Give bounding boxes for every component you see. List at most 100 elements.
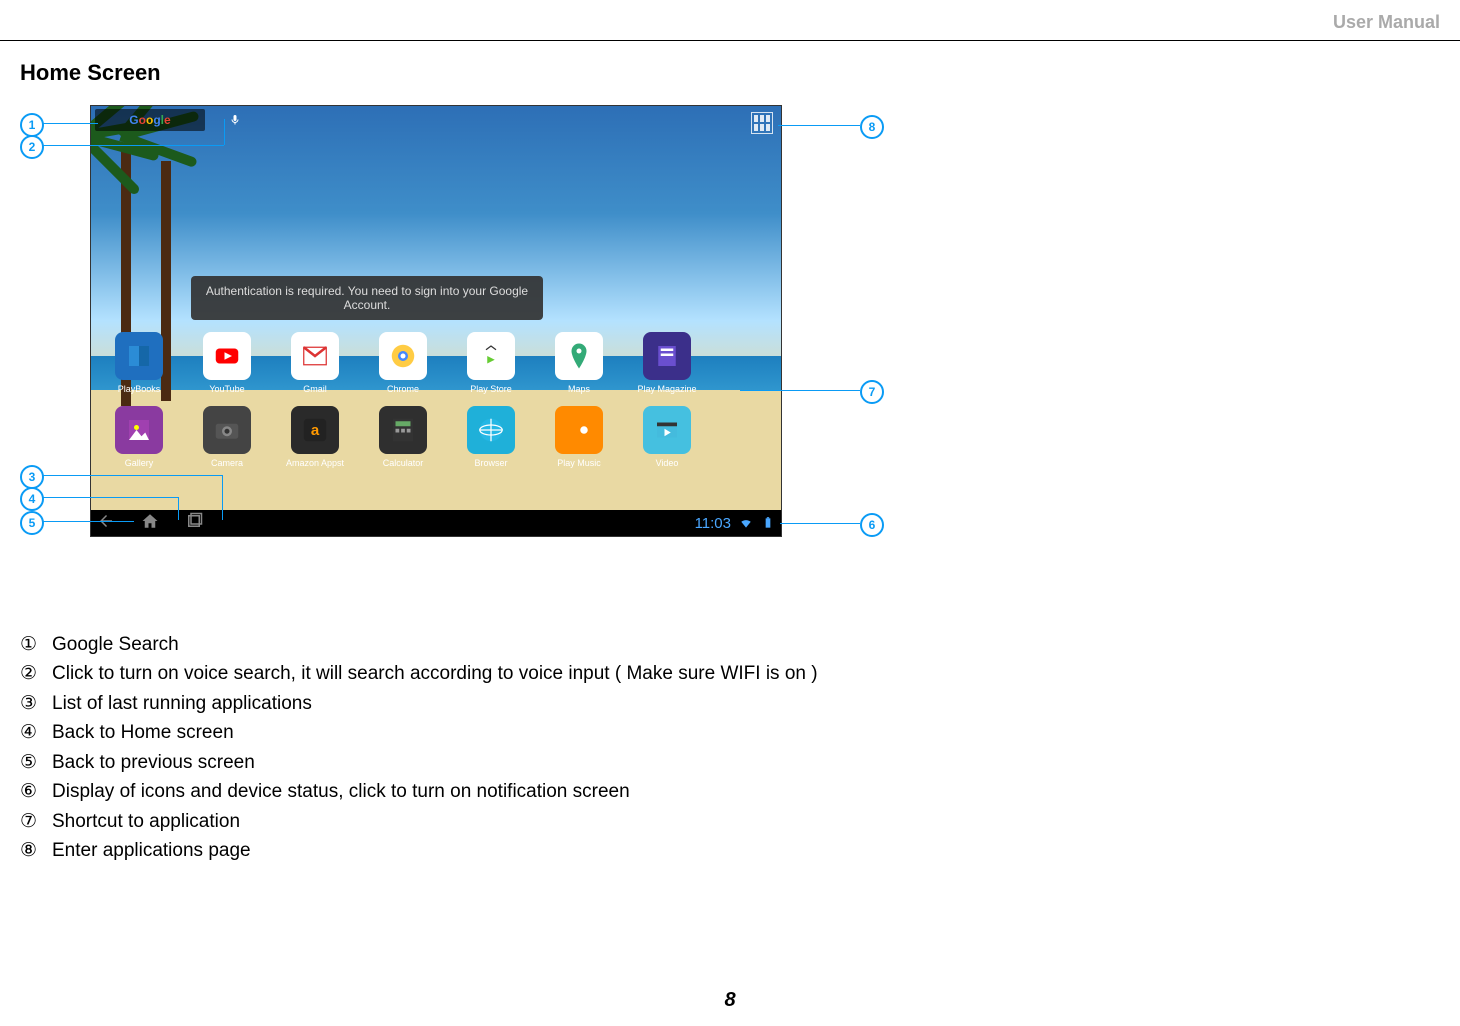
legend-number: ⑤ xyxy=(20,748,46,777)
callout-line xyxy=(42,521,134,522)
app-icon-box xyxy=(115,406,163,454)
app-shortcut-calculator[interactable]: Calculator xyxy=(373,406,433,468)
app-label: Maps xyxy=(549,384,609,394)
legend-text: Display of icons and device status, clic… xyxy=(52,777,630,806)
home-icon xyxy=(141,512,159,530)
app-icon-box xyxy=(555,406,603,454)
app-icon-box xyxy=(203,332,251,380)
app-label: Gallery xyxy=(109,458,169,468)
amazon-appst-icon: a xyxy=(300,415,330,445)
app-row-1: PlayBooks YouTube Gmail Chrome Play Store Map… xyxy=(109,332,763,394)
app-shortcut-gmail[interactable]: Gmail xyxy=(285,332,345,394)
voice-search-button[interactable] xyxy=(225,109,245,131)
app-shortcut-play-music[interactable]: Play Music xyxy=(549,406,609,468)
gmail-icon xyxy=(300,341,330,371)
legend-number: ⑦ xyxy=(20,807,46,836)
legend-number: ② xyxy=(20,659,46,688)
app-label: Play Music xyxy=(549,458,609,468)
apps-drawer-button[interactable] xyxy=(751,112,773,134)
home-button[interactable] xyxy=(141,512,159,535)
callout-line xyxy=(42,475,222,476)
callout-1: 1 xyxy=(20,113,44,137)
app-icon-box xyxy=(555,332,603,380)
svg-text:a: a xyxy=(311,422,320,439)
status-bar[interactable]: 11:03 xyxy=(695,515,775,532)
app-shortcut-gallery[interactable]: Gallery xyxy=(109,406,169,468)
callout-7: 7 xyxy=(860,380,884,404)
app-icon-box xyxy=(291,332,339,380)
callout-3: 3 xyxy=(20,465,44,489)
app-icon-box xyxy=(379,406,427,454)
app-label: Chrome xyxy=(373,384,433,394)
legend-number: ③ xyxy=(20,689,46,718)
legend-item: ⑦Shortcut to application xyxy=(20,807,818,836)
play-magazine-icon xyxy=(652,341,682,371)
recents-icon xyxy=(185,512,203,530)
legend-number: ⑥ xyxy=(20,777,46,806)
callout-line xyxy=(42,145,224,146)
back-button[interactable] xyxy=(97,512,115,535)
legend-text: List of last running applications xyxy=(52,689,312,718)
top-rule: User Manual xyxy=(0,16,1460,41)
app-shortcut-play-magazine[interactable]: Play Magazine xyxy=(637,332,697,394)
legend-text: Enter applications page xyxy=(52,836,251,865)
app-label: Gmail xyxy=(285,384,345,394)
app-label: Amazon Appst xyxy=(285,458,345,468)
app-label: PlayBooks xyxy=(109,384,169,394)
callout-5: 5 xyxy=(20,511,44,535)
callout-line xyxy=(740,390,860,391)
app-shortcut-playbooks[interactable]: PlayBooks xyxy=(109,332,169,394)
callout-4: 4 xyxy=(20,487,44,511)
palm-leaves xyxy=(90,131,181,191)
figure-area: G o o g l e Authentication is required. … xyxy=(20,105,940,585)
legend-item: ④Back to Home screen xyxy=(20,718,818,747)
app-label: Play Magazine xyxy=(637,384,697,394)
app-label: Video xyxy=(637,458,697,468)
app-icon-box xyxy=(203,406,251,454)
maps-icon xyxy=(564,341,594,371)
app-shortcut-video[interactable]: Video xyxy=(637,406,697,468)
app-shortcut-maps[interactable]: Maps xyxy=(549,332,609,394)
chrome-icon xyxy=(388,341,418,371)
legend-text: Back to Home screen xyxy=(52,718,234,747)
clock-label: 11:03 xyxy=(695,515,731,532)
playbooks-icon xyxy=(124,341,154,371)
battery-icon xyxy=(761,516,775,530)
legend-text: Back to previous screen xyxy=(52,748,255,777)
legend-text: Google Search xyxy=(52,630,179,659)
app-shortcut-amazon-appst[interactable]: a Amazon Appst xyxy=(285,406,345,468)
callout-line xyxy=(178,497,179,520)
callout-line xyxy=(42,497,178,498)
callout-line xyxy=(780,523,860,524)
google-letter: G xyxy=(129,113,138,127)
app-label: Browser xyxy=(461,458,521,468)
video-icon xyxy=(652,415,682,445)
app-label: Calculator xyxy=(373,458,433,468)
app-shortcut-play-store[interactable]: Play Store xyxy=(461,332,521,394)
google-search-button[interactable]: G o o g l e xyxy=(95,109,205,131)
app-shortcut-youtube[interactable]: YouTube xyxy=(197,332,257,394)
tablet-screenshot: G o o g l e Authentication is required. … xyxy=(90,105,782,537)
google-letter: e xyxy=(164,113,171,127)
app-icon-box: a xyxy=(291,406,339,454)
app-icon-box xyxy=(467,332,515,380)
google-letter: g xyxy=(153,113,160,127)
app-shortcut-camera[interactable]: Camera xyxy=(197,406,257,468)
app-icon-box xyxy=(467,406,515,454)
play-music-icon xyxy=(564,415,594,445)
app-shortcut-grid: PlayBooks YouTube Gmail Chrome Play Store Map… xyxy=(109,332,763,502)
app-icon-box xyxy=(643,406,691,454)
recents-button[interactable] xyxy=(185,512,203,535)
app-icon-box xyxy=(643,332,691,380)
calculator-icon xyxy=(388,415,418,445)
header-label: User Manual xyxy=(1333,12,1440,33)
youtube-icon xyxy=(212,341,242,371)
legend-number: ① xyxy=(20,630,46,659)
auth-toast: Authentication is required. You need to … xyxy=(191,276,543,320)
app-shortcut-chrome[interactable]: Chrome xyxy=(373,332,433,394)
app-row-2: Gallery Camera a Amazon Appst Calculator Brow… xyxy=(109,406,763,468)
legend-item: ⑥Display of icons and device status, cli… xyxy=(20,777,818,806)
google-letter: o xyxy=(146,113,153,127)
app-label: YouTube xyxy=(197,384,257,394)
app-shortcut-browser[interactable]: Browser xyxy=(461,406,521,468)
